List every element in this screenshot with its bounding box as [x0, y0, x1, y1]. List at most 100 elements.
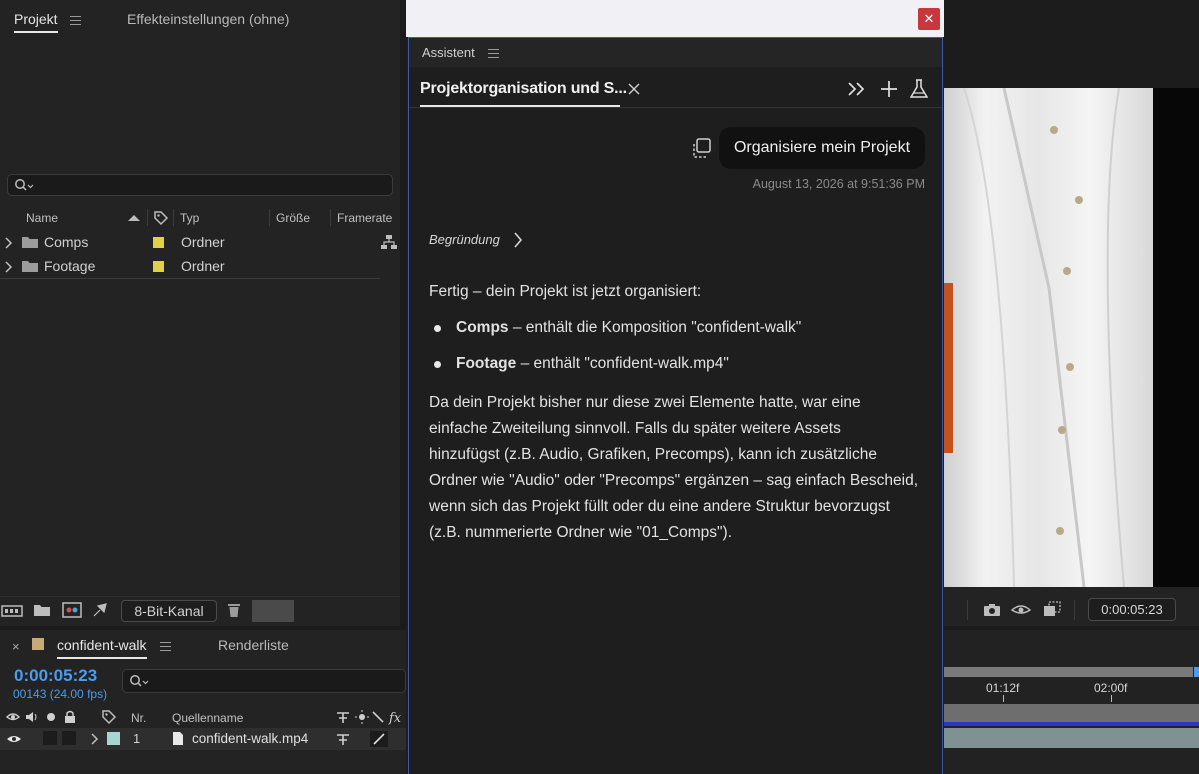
bullet-dot — [434, 325, 441, 332]
timeline-tracks: 01:12f 02:00f — [944, 630, 1199, 774]
tab-effect-controls[interactable]: Effekteinstellungen (ohne) — [127, 11, 289, 27]
timeline-menu-icon[interactable] — [160, 642, 171, 651]
chevron-right-icon[interactable] — [4, 237, 14, 249]
reply-line: wenn sich das Projekt füllt oder du eine… — [429, 498, 890, 515]
viewer-header-area — [944, 0, 1199, 88]
reasoning-toggle[interactable]: Begründung — [429, 232, 500, 247]
bullet-bold: Comps — [456, 319, 509, 336]
label-tag-icon[interactable] — [101, 709, 117, 725]
copy-icon[interactable] — [690, 138, 712, 160]
label-tag-icon[interactable] — [153, 210, 169, 226]
layer-duration-bar[interactable] — [944, 728, 1199, 748]
tab-composition[interactable]: confident-walk — [57, 637, 147, 659]
project-item-type: Ordner — [181, 234, 225, 250]
reply-intro: Fertig – dein Projekt ist jetzt organisi… — [429, 283, 702, 300]
chevron-right-icon[interactable] — [513, 232, 523, 248]
new-folder-icon[interactable] — [33, 603, 51, 617]
beaker-icon[interactable] — [910, 79, 928, 99]
playhead-range-bar — [944, 722, 1199, 726]
close-icon[interactable] — [628, 83, 640, 95]
timeline-search-input[interactable] — [122, 669, 406, 693]
layer-label-swatch[interactable] — [107, 732, 120, 745]
user-message-bubble: Organisiere mein Projekt — [719, 127, 925, 169]
column-header-name[interactable]: Name — [26, 211, 58, 225]
flowchart-icon[interactable] — [381, 235, 397, 249]
solo-toggle[interactable] — [43, 731, 57, 745]
trash-icon[interactable] — [227, 602, 241, 618]
label-color-swatch[interactable] — [153, 261, 164, 272]
reply-bullet-comps: Comps – enthält die Komposition "confide… — [456, 315, 956, 341]
svg-text:fx: fx — [388, 711, 402, 725]
column-header-framerate[interactable]: Framerate — [337, 211, 392, 225]
close-tab-icon[interactable]: × — [12, 639, 20, 654]
chat-tab-title[interactable]: Projektorganisation und S... — [420, 80, 627, 98]
frame-count-display: 00143 (24.00 fps) — [13, 687, 108, 701]
bullet-bold: Footage — [456, 355, 517, 372]
shy-switch-icon[interactable] — [335, 732, 351, 746]
project-panel: Projekt Effekteinstellungen (ohne) Name … — [0, 0, 400, 626]
column-header-source-name[interactable]: Quellenname — [172, 711, 243, 725]
switches-column-icons[interactable]: fx — [335, 709, 405, 725]
project-settings-icon[interactable] — [92, 602, 110, 618]
folder-icon — [22, 261, 38, 272]
quality-switch[interactable] — [370, 731, 388, 747]
tab-render-queue[interactable]: Renderliste — [218, 637, 289, 653]
reply-line: Da dein Projekt bisher nur diese zwei El… — [429, 394, 861, 411]
viewer-frame-image[interactable] — [944, 88, 1153, 587]
chevron-right-icon[interactable] — [90, 733, 100, 745]
tab-project[interactable]: Projekt — [14, 11, 58, 33]
reply-line: einfache Zweiteilung sinnvoll. Falls du … — [429, 420, 841, 437]
work-area-bar[interactable] — [944, 667, 1193, 677]
interpret-footage-icon[interactable] — [1, 603, 23, 619]
bullet-dot — [434, 361, 441, 368]
search-icon — [15, 179, 34, 191]
project-row-comps[interactable]: Comps Ordner — [0, 231, 380, 255]
search-icon — [130, 675, 149, 687]
chevron-right-icon[interactable] — [4, 261, 14, 273]
reasoning-label: Begründung — [429, 232, 500, 247]
close-dialog-button[interactable]: ✕ — [918, 8, 940, 30]
thumbnail-swatch — [252, 600, 294, 622]
viewer-timecode[interactable]: 0:00:05:23 — [1088, 598, 1176, 621]
assistant-panel-header: Assistent — [409, 38, 942, 67]
assistant-dialog: ✕ Assistent Projektorganisation und S...… — [406, 0, 944, 774]
folder-icon — [22, 237, 38, 248]
sort-ascending-icon[interactable] — [127, 213, 141, 223]
composition-label-swatch — [32, 638, 44, 650]
collapse-panel-icon[interactable] — [847, 81, 867, 97]
footage-file-icon — [173, 732, 183, 745]
project-row-footage[interactable]: Footage Ordner — [0, 255, 380, 279]
new-composition-icon[interactable] — [62, 602, 82, 618]
snapshot-camera-icon[interactable] — [983, 603, 1001, 617]
project-item-name: Footage — [44, 258, 96, 274]
work-area-end-handle[interactable] — [1194, 667, 1199, 677]
viewer-pasteboard — [1153, 88, 1199, 587]
column-header-number[interactable]: Nr. — [131, 711, 146, 725]
timeline-layer-row[interactable]: 1 confident-walk.mp4 — [0, 728, 406, 750]
assistant-panel-title: Assistent — [422, 45, 475, 60]
project-panel-menu-icon[interactable] — [70, 16, 81, 25]
project-search-input[interactable] — [7, 174, 393, 196]
dialog-titlebar[interactable]: ✕ — [406, 0, 944, 37]
bit-depth-button[interactable]: 8-Bit-Kanal — [121, 600, 217, 622]
show-snapshot-icon[interactable] — [1011, 601, 1031, 617]
layer-source-name[interactable]: confident-walk.mp4 — [192, 731, 308, 746]
layer-number: 1 — [133, 731, 141, 746]
region-of-interest-icon[interactable] — [1043, 601, 1061, 617]
current-time-display[interactable]: 0:00:05:23 — [14, 666, 97, 686]
bullet-text: – enthält die Komposition "confident-wal… — [508, 319, 802, 336]
lock-toggle[interactable] — [62, 731, 76, 745]
bullet-text: – enthält "confident-walk.mp4" — [516, 355, 729, 372]
column-header-size[interactable]: Größe — [276, 211, 310, 225]
project-item-type: Ordner — [181, 258, 225, 274]
reply-body: Da dein Projekt bisher nur diese zwei El… — [429, 390, 929, 546]
assistant-menu-icon[interactable] — [488, 49, 499, 58]
label-color-swatch[interactable] — [153, 237, 164, 248]
column-header-type[interactable]: Typ — [180, 211, 199, 225]
reply-line: Ordner wie "Audio" oder "Precomps" ergän… — [429, 472, 918, 489]
assistant-panel: Assistent Projektorganisation und S... O… — [408, 37, 943, 774]
visibility-eye-icon[interactable] — [6, 733, 22, 745]
layer-switch-icons[interactable] — [6, 710, 106, 724]
new-chat-plus-icon[interactable] — [880, 80, 898, 98]
shirt-image — [944, 88, 1125, 587]
